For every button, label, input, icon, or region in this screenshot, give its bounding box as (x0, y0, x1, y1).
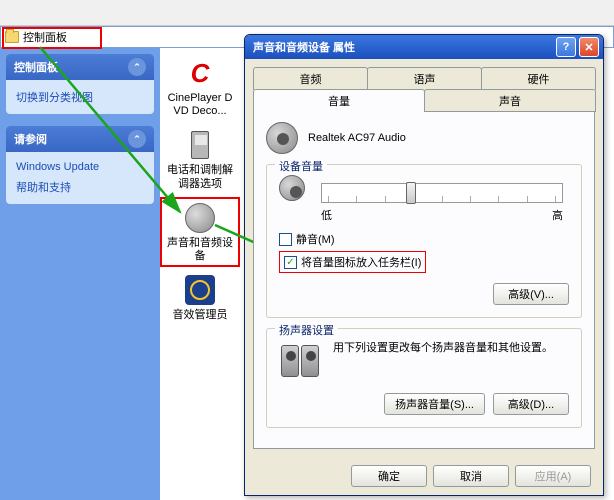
tab-volume[interactable]: 音量 (253, 89, 425, 112)
slider-thumb[interactable] (406, 182, 416, 204)
advanced-volume-button[interactable]: 高级(V)... (493, 283, 569, 305)
speaker-settings-group: 扬声器设置 用下列设置更改每个扬声器音量和其他设置。 扬声器音量(S)... 高… (266, 328, 582, 428)
slider-high-label: 高 (552, 207, 563, 223)
folder-icon (5, 31, 19, 43)
tab-sounds[interactable]: 声音 (424, 89, 596, 112)
taskbar-icon-checkbox-row[interactable]: ✓ 将音量图标放入任务栏(I) (284, 254, 421, 270)
phone-modem-item[interactable]: 电话和调制解调器选项 (164, 128, 236, 190)
phone-icon (191, 131, 209, 159)
help-button[interactable]: ? (556, 37, 576, 57)
item-label: CinePlayer DVD Deco... (164, 92, 236, 118)
taskbar-label: 将音量图标放入任务栏(I) (301, 254, 421, 270)
windows-update-link[interactable]: Windows Update (16, 158, 144, 176)
cineplayer-icon: C (191, 58, 210, 89)
checkbox-icon[interactable]: ✓ (284, 256, 297, 269)
speaker-icon (266, 122, 298, 154)
mute-label: 静音(M) (296, 231, 335, 247)
dialog-title: 声音和音频设备 属性 (253, 39, 553, 55)
speaker-desc: 用下列设置更改每个扬声器音量和其他设置。 (333, 339, 569, 383)
sidebar: 控制面板 ⌃ 切换到分类视图 请参阅 ⌃ Windows Update 帮助和支… (0, 48, 160, 500)
tab-hardware[interactable]: 硬件 (481, 67, 596, 90)
speaker-advanced-button[interactable]: 高级(D)... (493, 393, 569, 415)
speakers-icon (279, 339, 323, 383)
slider-low-label: 低 (321, 207, 332, 223)
help-support-link[interactable]: 帮助和支持 (16, 176, 144, 198)
close-button[interactable]: ✕ (579, 37, 599, 57)
checkbox-icon[interactable] (279, 233, 292, 246)
cineplayer-item[interactable]: C CinePlayer DVD Deco... (164, 56, 236, 118)
tab-audio[interactable]: 音频 (253, 67, 368, 90)
volume-slider[interactable] (321, 183, 563, 203)
collapse-icon[interactable]: ⌃ (128, 130, 146, 148)
toolbar (0, 0, 614, 26)
audio-fx-icon (185, 275, 215, 305)
group-title: 扬声器设置 (275, 322, 338, 338)
speaker-icon (185, 203, 215, 233)
tab-voice[interactable]: 语声 (367, 67, 482, 90)
sidebar-panel-header[interactable]: 控制面板 ⌃ (6, 54, 154, 80)
device-volume-group: 设备音量 低 高 (266, 164, 582, 318)
switch-view-link[interactable]: 切换到分类视图 (16, 86, 144, 108)
titlebar[interactable]: 声音和音频设备 属性 ? ✕ (245, 35, 603, 59)
group-title: 设备音量 (275, 158, 327, 174)
item-label: 音效管理员 (164, 309, 236, 322)
apply-button: 应用(A) (515, 465, 591, 487)
breadcrumb-label: 控制面板 (23, 29, 67, 45)
device-name: Realtek AC97 Audio (308, 132, 406, 144)
speaker-volume-button[interactable]: 扬声器音量(S)... (384, 393, 485, 415)
audio-manager-item[interactable]: 音效管理员 (164, 273, 236, 322)
item-label: 声音和音频设备 (164, 237, 236, 263)
item-label: 电话和调制解调器选项 (164, 164, 236, 190)
properties-dialog: 声音和音频设备 属性 ? ✕ 音频 语声 硬件 音量 声音 Realtek AC… (244, 34, 604, 496)
sidebar-panel-header[interactable]: 请参阅 ⌃ (6, 126, 154, 152)
ok-button[interactable]: 确定 (351, 465, 427, 487)
sidebar-panel-title: 请参阅 (14, 131, 47, 147)
sounds-audio-item[interactable]: 声音和音频设备 (164, 201, 236, 263)
speaker-icon (279, 175, 305, 201)
collapse-icon[interactable]: ⌃ (128, 58, 146, 76)
sidebar-panel-title: 控制面板 (14, 59, 58, 75)
cancel-button[interactable]: 取消 (433, 465, 509, 487)
control-panel-items: C CinePlayer DVD Deco... 电话和调制解调器选项 声音和音… (160, 48, 240, 500)
mute-checkbox-row[interactable]: 静音(M) (279, 231, 569, 247)
